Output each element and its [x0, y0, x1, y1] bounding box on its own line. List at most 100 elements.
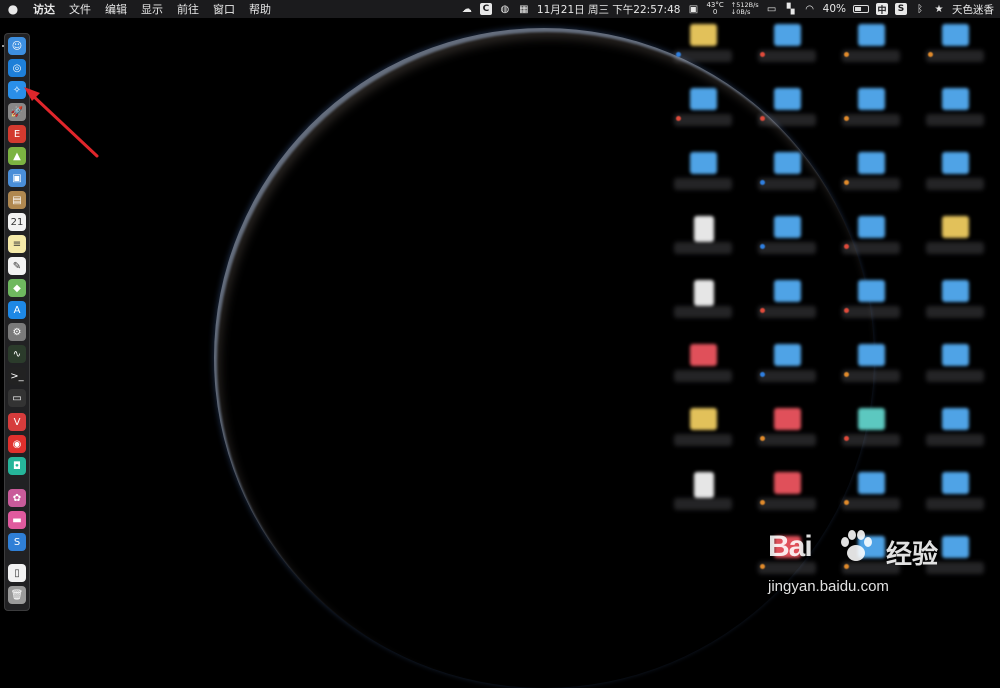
desktop-file[interactable]	[672, 280, 734, 336]
desktop-folder[interactable]	[756, 280, 818, 336]
desktop-file[interactable]	[672, 216, 734, 272]
desktop-folder[interactable]	[672, 24, 734, 80]
desktop-folder[interactable]	[756, 88, 818, 144]
input-method-icon[interactable]: 中	[876, 3, 888, 16]
icon-caption	[926, 498, 984, 510]
desktop-file[interactable]	[672, 472, 734, 528]
desktop-folder[interactable]	[840, 472, 902, 528]
star-icon[interactable]: ★	[933, 3, 945, 15]
menu-go[interactable]: 前往	[170, 1, 206, 17]
c-app-icon[interactable]: C	[479, 3, 492, 15]
cloud-icon[interactable]: ☁	[461, 3, 473, 15]
dock-cleanmymac-icon[interactable]: ▬	[8, 511, 26, 529]
baidu-watermark: Bai 经验 jingyan.baidu.com	[768, 530, 988, 610]
desktop-folder[interactable]	[840, 24, 902, 80]
temperature-widget[interactable]: 43°C 0	[706, 2, 723, 16]
menu-view[interactable]: 显示	[134, 1, 170, 17]
control-icon[interactable]: ▚	[785, 3, 797, 15]
desktop-folder[interactable]	[672, 152, 734, 208]
folder-icon	[690, 344, 717, 366]
datetime[interactable]: 11月21日 周三 下午22:57:48	[537, 2, 681, 17]
battery-icon[interactable]	[853, 5, 869, 13]
dock-trash-icon[interactable]: 🗑	[8, 586, 26, 604]
dock-netease-music-icon[interactable]: ◉	[8, 435, 26, 453]
dock-document-icon[interactable]: ▯	[8, 564, 26, 582]
desktop-folder[interactable]	[840, 216, 902, 272]
menu-bar: ● 访达 文件 编辑 显示 前往 窗口 帮助 ☁ C ◍ ▦ 11月21日 周三…	[0, 0, 1000, 18]
dock-terminal-icon[interactable]: >_	[8, 367, 26, 385]
calendar-menu-icon[interactable]: ▦	[518, 3, 530, 15]
dock-green-app-icon[interactable]: ◘	[8, 457, 26, 475]
wifi-icon[interactable]: ◠	[804, 3, 816, 15]
dock-scrivener-icon[interactable]: S	[8, 533, 26, 551]
desktop-folder[interactable]	[756, 216, 818, 272]
folder-icon	[774, 152, 801, 174]
desktop-folder[interactable]	[840, 280, 902, 336]
dock-calendar-icon[interactable]: 21	[8, 213, 26, 231]
dock-notes-icon[interactable]: ≡	[8, 235, 26, 253]
desktop-folder[interactable]	[672, 344, 734, 400]
folder-icon	[858, 408, 885, 430]
desktop-folder[interactable]	[924, 408, 986, 464]
icon-caption	[674, 114, 732, 126]
tag-dot	[760, 500, 765, 505]
menu-help[interactable]: 帮助	[242, 1, 278, 17]
network-speed[interactable]: ↑512B/s ↓0B/s	[731, 2, 759, 16]
desktop-folder[interactable]	[672, 88, 734, 144]
folder-icon	[858, 344, 885, 366]
desktop-folder[interactable]	[924, 152, 986, 208]
desktop-folder[interactable]	[924, 344, 986, 400]
desktop-folder[interactable]	[924, 216, 986, 272]
desktop-folder[interactable]	[840, 408, 902, 464]
folder-icon	[942, 24, 969, 46]
menu-window[interactable]: 窗口	[206, 1, 242, 17]
desktop-folder[interactable]	[672, 408, 734, 464]
folder-icon	[942, 152, 969, 174]
desktop-folder[interactable]	[840, 344, 902, 400]
desktop-folder[interactable]	[756, 152, 818, 208]
icon-caption	[758, 498, 816, 510]
desktop-folder[interactable]	[756, 408, 818, 464]
battery-percent[interactable]: 40%	[823, 3, 846, 15]
folder-icon	[774, 280, 801, 302]
user-name[interactable]: 天色迷香	[952, 2, 994, 17]
icon-caption	[674, 178, 732, 190]
folder-icon	[942, 280, 969, 302]
desktop-folder[interactable]	[756, 24, 818, 80]
icon-caption	[842, 498, 900, 510]
dock-preview-icon[interactable]: ▣	[8, 169, 26, 187]
folder-icon	[774, 216, 801, 238]
globe-icon[interactable]: ◍	[499, 3, 511, 15]
dock-textedit-icon[interactable]: ✎	[8, 257, 26, 275]
tag-dot	[760, 308, 765, 313]
desktop-folder[interactable]	[924, 24, 986, 80]
desktop-folder[interactable]	[756, 344, 818, 400]
dock-photos-icon[interactable]: ✿	[8, 489, 26, 507]
icon-caption	[758, 434, 816, 446]
window-icon[interactable]: ▣	[687, 3, 699, 15]
icon-caption	[758, 370, 816, 382]
dock-system-preferences-icon[interactable]: ⚙	[8, 323, 26, 341]
icon-caption	[926, 434, 984, 446]
dock-app-store-icon[interactable]: A	[8, 301, 26, 319]
icon-caption	[926, 50, 984, 62]
icon-caption	[674, 498, 732, 510]
bluetooth-icon[interactable]: ᛒ	[914, 3, 926, 15]
folder-icon	[774, 88, 801, 110]
desktop-folder[interactable]	[840, 152, 902, 208]
desktop-folder[interactable]	[756, 472, 818, 528]
display-icon[interactable]: ▭	[766, 3, 778, 15]
folder-icon	[942, 88, 969, 110]
dock-notebook-icon[interactable]: ▤	[8, 191, 26, 209]
dock-blank-window-icon[interactable]: ▭	[8, 389, 26, 407]
dock-maps-icon[interactable]: ◆	[8, 279, 26, 297]
desktop-folder[interactable]	[924, 280, 986, 336]
icon-caption	[674, 434, 732, 446]
dock-activity-monitor-icon[interactable]: ∿	[8, 345, 26, 363]
desktop-folder[interactable]	[840, 88, 902, 144]
icon-caption	[842, 178, 900, 190]
desktop-folder[interactable]	[924, 88, 986, 144]
dock-vivaldi-icon[interactable]: V	[8, 413, 26, 431]
desktop-folder[interactable]	[924, 472, 986, 528]
s-app-icon[interactable]: S	[895, 3, 907, 15]
